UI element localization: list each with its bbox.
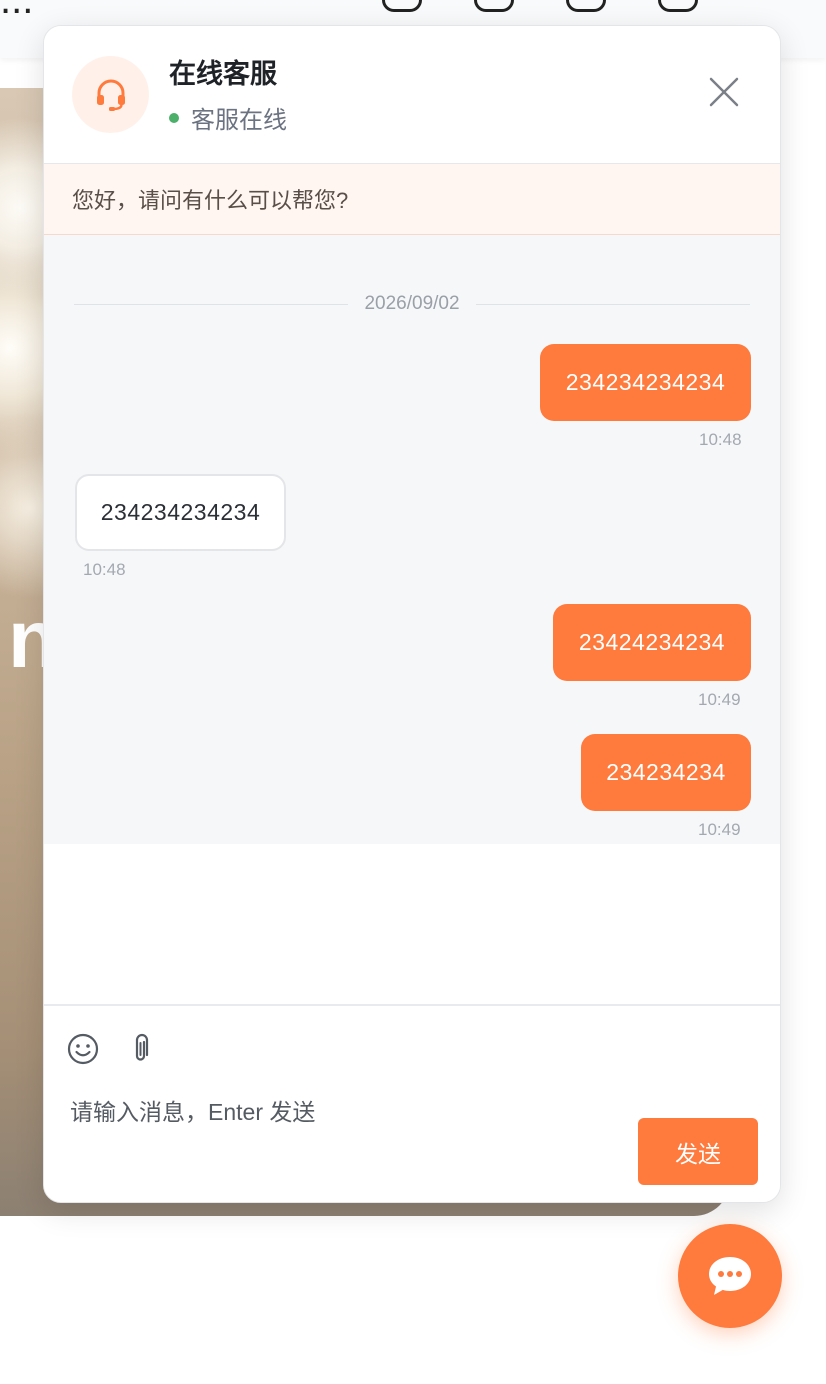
outgoing-message-bubble: 234234234234: [540, 344, 751, 421]
message-time: 10:48: [699, 430, 742, 449]
outgoing-message-bubble: 234234234: [581, 734, 751, 811]
date-separator-text: 2026/09/02: [364, 293, 460, 314]
emoji-button[interactable]: [66, 1032, 100, 1066]
chat-bubble-icon: [709, 1257, 751, 1295]
smiley-icon: [67, 1033, 99, 1065]
agent-status-text: 客服在线: [191, 107, 287, 134]
user-icon[interactable]: [566, 0, 606, 12]
incoming-message-bubble: 234234234234: [75, 474, 286, 551]
close-icon: [709, 77, 739, 107]
headset-icon: [96, 79, 125, 111]
message-list-footer: [44, 844, 780, 1004]
message-input[interactable]: [70, 1090, 630, 1134]
greeting-text: 您好，请问有什么可以帮您?: [72, 188, 349, 213]
agent-status: 客服在线: [169, 100, 287, 135]
date-separator: 2026/09/02: [74, 292, 750, 316]
cart-icon[interactable]: [658, 0, 698, 12]
close-button[interactable]: [706, 74, 742, 110]
chat-header: 在线客服 客服在线: [44, 26, 780, 164]
chat-window: 在线客服 客服在线 您好，请问有什么可以帮您? 2026/09/02 23423…: [43, 25, 781, 1203]
search-icon[interactable]: [382, 0, 422, 12]
message-time: 10:48: [83, 560, 126, 579]
message-time: 10:49: [698, 690, 741, 709]
date-separator-line: [475, 303, 750, 305]
wishlist-icon[interactable]: [474, 0, 514, 12]
chat-title: 在线客服: [169, 59, 277, 89]
chat-launcher-button[interactable]: [678, 1224, 782, 1328]
agent-avatar: [72, 56, 149, 133]
paperclip-icon: [135, 1033, 149, 1061]
online-indicator: [169, 112, 179, 123]
date-separator-line: [74, 303, 349, 305]
send-button[interactable]: 发送: [638, 1118, 758, 1185]
greeting-notice: 您好，请问有什么可以帮您?: [44, 164, 780, 235]
attach-button[interactable]: [124, 1032, 158, 1066]
outgoing-message-bubble: 23424234234: [553, 604, 751, 681]
message-composer: 发送: [44, 1004, 780, 1202]
message-time: 10:49: [698, 820, 741, 839]
background-header-text: ...: [0, 0, 34, 22]
